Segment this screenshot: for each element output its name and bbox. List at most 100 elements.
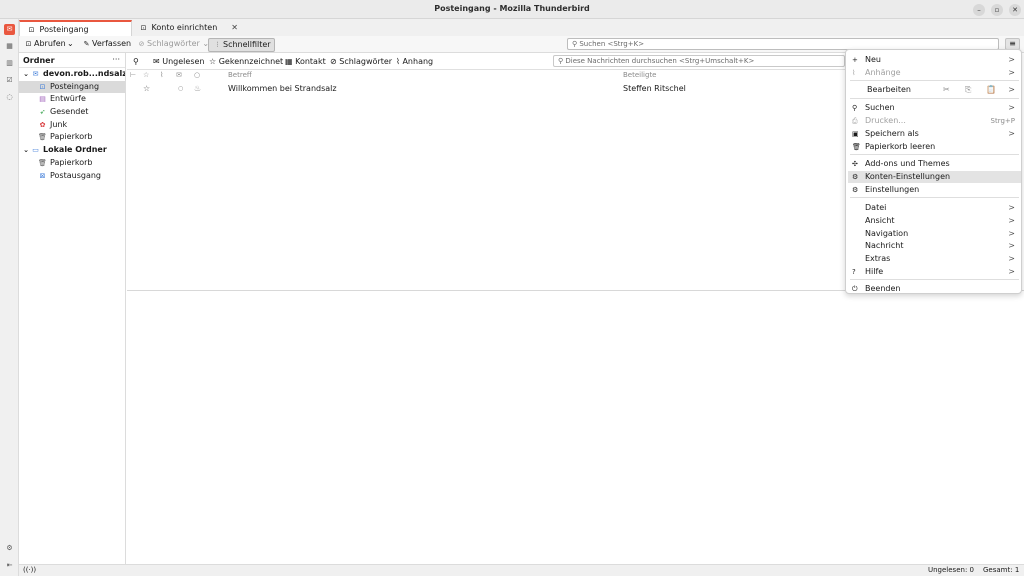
compose-button[interactable]: ✎ Verfassen bbox=[81, 39, 132, 48]
menu-item-file[interactable]: Datei > bbox=[848, 202, 1021, 214]
filter-contact-button[interactable]: ▦ Kontakt bbox=[285, 57, 326, 66]
chevron-right-icon: > bbox=[1008, 267, 1015, 276]
correspondents-column-header[interactable]: Beteiligte bbox=[623, 71, 657, 79]
tab-inbox[interactable]: ⊡ Posteingang bbox=[19, 20, 132, 36]
unread-column-icon[interactable]: ○ bbox=[194, 71, 200, 79]
pin-filter-icon[interactable]: ⚲ bbox=[133, 57, 139, 66]
folder-pane-header: Ordner ··· bbox=[19, 53, 125, 68]
quick-filter-button[interactable]: ⫶ Schnellfilter bbox=[208, 38, 275, 52]
folder-label: Papierkorb bbox=[50, 132, 93, 142]
junk-column-icon[interactable]: ✉ bbox=[176, 71, 182, 79]
filter-messages-input[interactable]: ⚲ Diese Nachrichten durchsuchen <Strg+Um… bbox=[553, 55, 845, 67]
attachment-column-icon[interactable]: ⌇ bbox=[160, 71, 163, 79]
menu-item-label: Beenden bbox=[865, 284, 901, 293]
pencil-icon: ✎ bbox=[83, 40, 90, 48]
filter-starred-button[interactable]: ☆ Gekennzeichnet bbox=[209, 57, 283, 66]
close-button[interactable]: ✕ bbox=[1009, 4, 1021, 16]
menu-separator bbox=[850, 80, 1019, 81]
chevron-right-icon: > bbox=[1008, 68, 1015, 77]
tab-label: Konto einrichten bbox=[151, 23, 218, 32]
folder-item[interactable]: 🗑 Papierkorb bbox=[19, 157, 125, 170]
chevron-right-icon: > bbox=[1008, 241, 1015, 250]
tags-button[interactable]: ⊘ Schlagwörter ⌄ bbox=[136, 39, 210, 48]
maximize-button[interactable]: ▫ bbox=[991, 4, 1003, 16]
chevron-right-icon: > bbox=[1008, 129, 1015, 138]
folder-item[interactable]: ▤ Entwürfe bbox=[19, 93, 125, 106]
mail-space-icon[interactable]: ✉ bbox=[4, 24, 15, 35]
activity-icon[interactable]: ((·)) bbox=[23, 566, 36, 574]
paste-icon[interactable]: 📋 bbox=[986, 84, 996, 96]
folder-pane-options-icon[interactable]: ··· bbox=[112, 55, 120, 64]
menu-item-label: Anhänge bbox=[865, 68, 901, 77]
app-menu-panel: + Neu > ⌇ Anhänge > Bearbeiten ✂ ⎘ 📋 > ⚲ Suchen > ⎙ Dru… bbox=[845, 49, 1022, 294]
find-icon: ⚲ bbox=[852, 104, 858, 112]
twisty-icon[interactable]: ⌄ bbox=[22, 68, 30, 81]
account-folder[interactable]: ⌄✉ devon.rob...ndsalz.de bbox=[19, 68, 125, 81]
folder-item[interactable]: ✿ Junk bbox=[19, 119, 125, 132]
star-icon[interactable]: ☆ bbox=[143, 84, 150, 93]
settings-icon: ⚙ bbox=[852, 186, 859, 194]
menu-item-addons[interactable]: ✣ Add-ons und Themes bbox=[848, 158, 1021, 170]
folder-item[interactable]: ⊡ Posteingang bbox=[19, 80, 125, 94]
filter-icon: ⫶ bbox=[216, 41, 219, 49]
menu-item-empty-trash[interactable]: 🗑 Papierkorb leeren bbox=[848, 141, 1021, 153]
chat-icon[interactable]: ◌ bbox=[4, 92, 15, 103]
window-title: Posteingang - Mozilla Thunderbird bbox=[434, 4, 590, 13]
copy-icon[interactable]: ⎘ bbox=[965, 84, 971, 96]
menu-item-extras[interactable]: Extras > bbox=[848, 253, 1021, 265]
collapse-spaces-icon[interactable]: ⇤ bbox=[4, 560, 15, 571]
tag-icon: ⊘ bbox=[138, 40, 145, 48]
star-column-icon[interactable]: ☆ bbox=[143, 71, 149, 79]
calendar-icon[interactable]: ▥ bbox=[4, 58, 15, 69]
tag-icon: ⊘ bbox=[330, 57, 340, 66]
chevron-right-icon: > bbox=[1008, 229, 1015, 238]
folder-icon: ⊡ bbox=[39, 82, 46, 91]
get-messages-dropdown[interactable]: ⌄ bbox=[67, 39, 74, 48]
tab-account-setup[interactable]: ⊡ Konto einrichten ✕ bbox=[132, 20, 244, 36]
tab-bar: ⊡ Posteingang ⊡ Konto einrichten ✕ bbox=[19, 19, 1024, 36]
tasks-icon[interactable]: ☑ bbox=[4, 75, 15, 86]
folder-item[interactable]: ⊠ Postausgang bbox=[19, 170, 125, 183]
menu-item-print[interactable]: ⎙ Drucken... Strg+P bbox=[848, 115, 1021, 127]
address-book-icon[interactable]: ▦ bbox=[4, 41, 15, 52]
filter-tags-button[interactable]: ⊘ Schlagwörter bbox=[330, 57, 392, 66]
table-row[interactable]: ☆ ○ ♨ Willkommen bei Strandsalz Steffen … bbox=[127, 84, 845, 96]
menu-item-message[interactable]: Nachricht > bbox=[848, 240, 1021, 252]
menu-item-account-settings[interactable]: ⚙ Konten-Einstellungen bbox=[848, 171, 1021, 183]
filter-unread-button[interactable]: ✉ Ungelesen bbox=[153, 57, 204, 66]
close-tab-icon[interactable]: ✕ bbox=[231, 23, 238, 32]
menu-item-label: Hilfe bbox=[865, 267, 884, 276]
menu-item-quit[interactable]: ⏻ Beenden bbox=[848, 283, 1021, 295]
menu-item-attachments[interactable]: ⌇ Anhänge > bbox=[848, 67, 1021, 79]
menu-item-new[interactable]: + Neu > bbox=[848, 54, 1021, 66]
read-status-icon[interactable]: ○ bbox=[178, 85, 183, 92]
menu-item-help[interactable]: ? Hilfe > bbox=[848, 266, 1021, 278]
account-folder[interactable]: ⌄ ▭ Lokale Ordner bbox=[19, 144, 125, 157]
junk-status-icon[interactable]: ♨ bbox=[194, 84, 201, 93]
thread-column-icon[interactable]: ⊢ bbox=[130, 71, 136, 79]
menu-item-settings[interactable]: ⚙ Einstellungen bbox=[848, 184, 1021, 196]
subject-column-header[interactable]: Betreff bbox=[228, 71, 252, 79]
folder-icon: ✿ bbox=[39, 120, 46, 129]
folder-item[interactable]: 🗑 Papierkorb bbox=[19, 131, 125, 144]
menu-item-label: Suchen bbox=[865, 103, 895, 112]
menu-item-label: Bearbeiten bbox=[867, 85, 911, 94]
cut-icon[interactable]: ✂ bbox=[943, 84, 950, 96]
addons-icon: ✣ bbox=[852, 160, 858, 168]
get-messages-button[interactable]: ⊡ Abrufen bbox=[23, 39, 66, 48]
spaces-toolbar: ✉ ▦ ▥ ☑ ◌ ⚙ ⇤ bbox=[0, 19, 19, 576]
menu-item-view[interactable]: Ansicht > bbox=[848, 215, 1021, 227]
menu-item-navigation[interactable]: Navigation > bbox=[848, 228, 1021, 240]
filter-attachment-button[interactable]: ⌇ Anhang bbox=[396, 57, 433, 66]
twisty-icon[interactable]: ⌄ bbox=[22, 144, 30, 157]
folder-label: Gesendet bbox=[50, 107, 89, 117]
settings-gear-icon[interactable]: ⚙ bbox=[4, 543, 15, 554]
menu-item-label: Neu bbox=[865, 55, 881, 64]
title-bar: Posteingang - Mozilla Thunderbird – ▫ ✕ bbox=[0, 0, 1024, 19]
folder-label: Junk bbox=[50, 119, 68, 129]
menu-item-edit[interactable]: Bearbeiten ✂ ⎘ 📋 > bbox=[848, 84, 1021, 96]
minimize-button[interactable]: – bbox=[973, 4, 985, 16]
menu-item-save-as[interactable]: ▣ Speichern als > bbox=[848, 128, 1021, 140]
folder-item[interactable]: ➶ Gesendet bbox=[19, 106, 125, 119]
menu-item-find[interactable]: ⚲ Suchen > bbox=[848, 102, 1021, 114]
